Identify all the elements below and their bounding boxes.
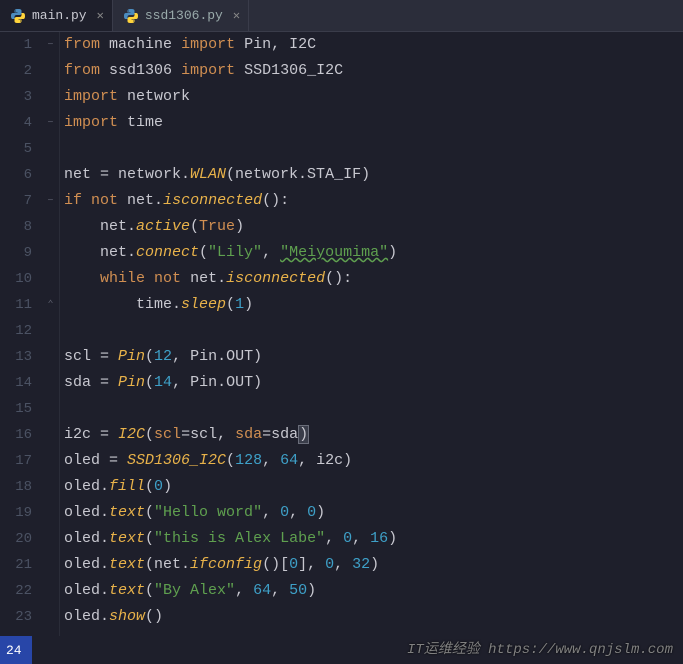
fold-marker[interactable] (42, 240, 59, 266)
line-number: 19 (0, 500, 32, 526)
line-number: 10 (0, 266, 32, 292)
tab-bar: main.py ✕ ssd1306.py ✕ (0, 0, 683, 32)
code-line[interactable]: time.sleep(1) (64, 292, 683, 318)
fold-marker[interactable] (42, 396, 59, 422)
code-line[interactable] (64, 318, 683, 344)
fold-marker[interactable] (42, 344, 59, 370)
code-line[interactable]: net.active(True) (64, 214, 683, 240)
code-line[interactable] (64, 396, 683, 422)
code-line[interactable]: oled.show() (64, 604, 683, 630)
fold-marker[interactable] (42, 370, 59, 396)
fold-marker[interactable] (42, 578, 59, 604)
code-content[interactable]: from machine import Pin, I2Cfrom ssd1306… (60, 32, 683, 636)
code-line[interactable]: i2c = I2C(scl=scl, sda=sda) (64, 422, 683, 448)
code-line[interactable]: oled.fill(0) (64, 474, 683, 500)
code-line[interactable]: oled.text("Hello word", 0, 0) (64, 500, 683, 526)
code-line[interactable]: import network (64, 84, 683, 110)
fold-marker[interactable] (42, 604, 59, 630)
python-file-icon (123, 8, 139, 24)
code-line[interactable]: oled.text(net.ifconfig()[0], 0, 32) (64, 552, 683, 578)
fold-marker[interactable] (42, 474, 59, 500)
tab-label: ssd1306.py (145, 8, 223, 23)
line-number: 3 (0, 84, 32, 110)
fold-marker[interactable]: ⌃ (42, 292, 59, 318)
fold-marker[interactable] (42, 526, 59, 552)
fold-marker[interactable] (42, 266, 59, 292)
line-number: 4 (0, 110, 32, 136)
watermark-text: IT运维经验 https://www.qnjslm.com (407, 638, 673, 658)
code-line[interactable]: net.connect("Lily", "Meiyoumima") (64, 240, 683, 266)
code-line[interactable]: net = network.WLAN(network.STA_IF) (64, 162, 683, 188)
line-number: 22 (0, 578, 32, 604)
line-number: 16 (0, 422, 32, 448)
code-line[interactable]: from machine import Pin, I2C (64, 32, 683, 58)
line-number: 21 (0, 552, 32, 578)
code-line[interactable]: if not net.isconnected(): (64, 188, 683, 214)
line-number: 12 (0, 318, 32, 344)
fold-column[interactable]: − − − ⌃ (42, 32, 60, 636)
line-number: 8 (0, 214, 32, 240)
fold-marker[interactable]: − (42, 32, 59, 58)
line-number: 17 (0, 448, 32, 474)
line-number: 15 (0, 396, 32, 422)
fold-marker[interactable] (42, 214, 59, 240)
fold-marker[interactable] (42, 84, 59, 110)
fold-marker[interactable] (42, 552, 59, 578)
tab-main-py[interactable]: main.py ✕ (0, 0, 113, 31)
line-number: 23 (0, 604, 32, 630)
fold-marker[interactable] (42, 58, 59, 84)
tab-ssd1306-py[interactable]: ssd1306.py ✕ (113, 0, 249, 31)
fold-marker[interactable] (42, 500, 59, 526)
line-number: 18 (0, 474, 32, 500)
code-line[interactable]: oled.text("By Alex", 64, 50) (64, 578, 683, 604)
code-line[interactable]: oled = SSD1306_I2C(128, 64, i2c) (64, 448, 683, 474)
editor-area[interactable]: 1234567891011121314151617181920212223 −−… (0, 32, 683, 636)
status-line-col: 24 (6, 643, 22, 658)
fold-marker[interactable] (42, 422, 59, 448)
fold-marker[interactable] (42, 318, 59, 344)
code-line[interactable]: import time (64, 110, 683, 136)
tab-label: main.py (32, 8, 87, 23)
line-number: 14 (0, 370, 32, 396)
code-line[interactable]: sda = Pin(14, Pin.OUT) (64, 370, 683, 396)
code-line[interactable] (64, 136, 683, 162)
line-number: 9 (0, 240, 32, 266)
code-line[interactable]: oled.text("this is Alex Labe", 0, 16) (64, 526, 683, 552)
close-icon[interactable]: ✕ (97, 8, 104, 23)
line-number: 2 (0, 58, 32, 84)
close-icon[interactable]: ✕ (233, 8, 240, 23)
fold-marker[interactable]: − (42, 110, 59, 136)
line-number: 1 (0, 32, 32, 58)
line-number: 7 (0, 188, 32, 214)
status-bar: 24 (0, 636, 32, 664)
fold-marker[interactable] (42, 448, 59, 474)
line-number: 11 (0, 292, 32, 318)
line-number: 6 (0, 162, 32, 188)
code-line[interactable]: while not net.isconnected(): (64, 266, 683, 292)
line-number: 20 (0, 526, 32, 552)
line-number: 13 (0, 344, 32, 370)
code-line[interactable]: scl = Pin(12, Pin.OUT) (64, 344, 683, 370)
python-file-icon (10, 8, 26, 24)
fold-marker[interactable] (42, 136, 59, 162)
fold-marker[interactable] (42, 162, 59, 188)
line-gutter: 1234567891011121314151617181920212223 (0, 32, 42, 636)
fold-marker[interactable]: − (42, 188, 59, 214)
line-number: 5 (0, 136, 32, 162)
code-line[interactable]: from ssd1306 import SSD1306_I2C (64, 58, 683, 84)
